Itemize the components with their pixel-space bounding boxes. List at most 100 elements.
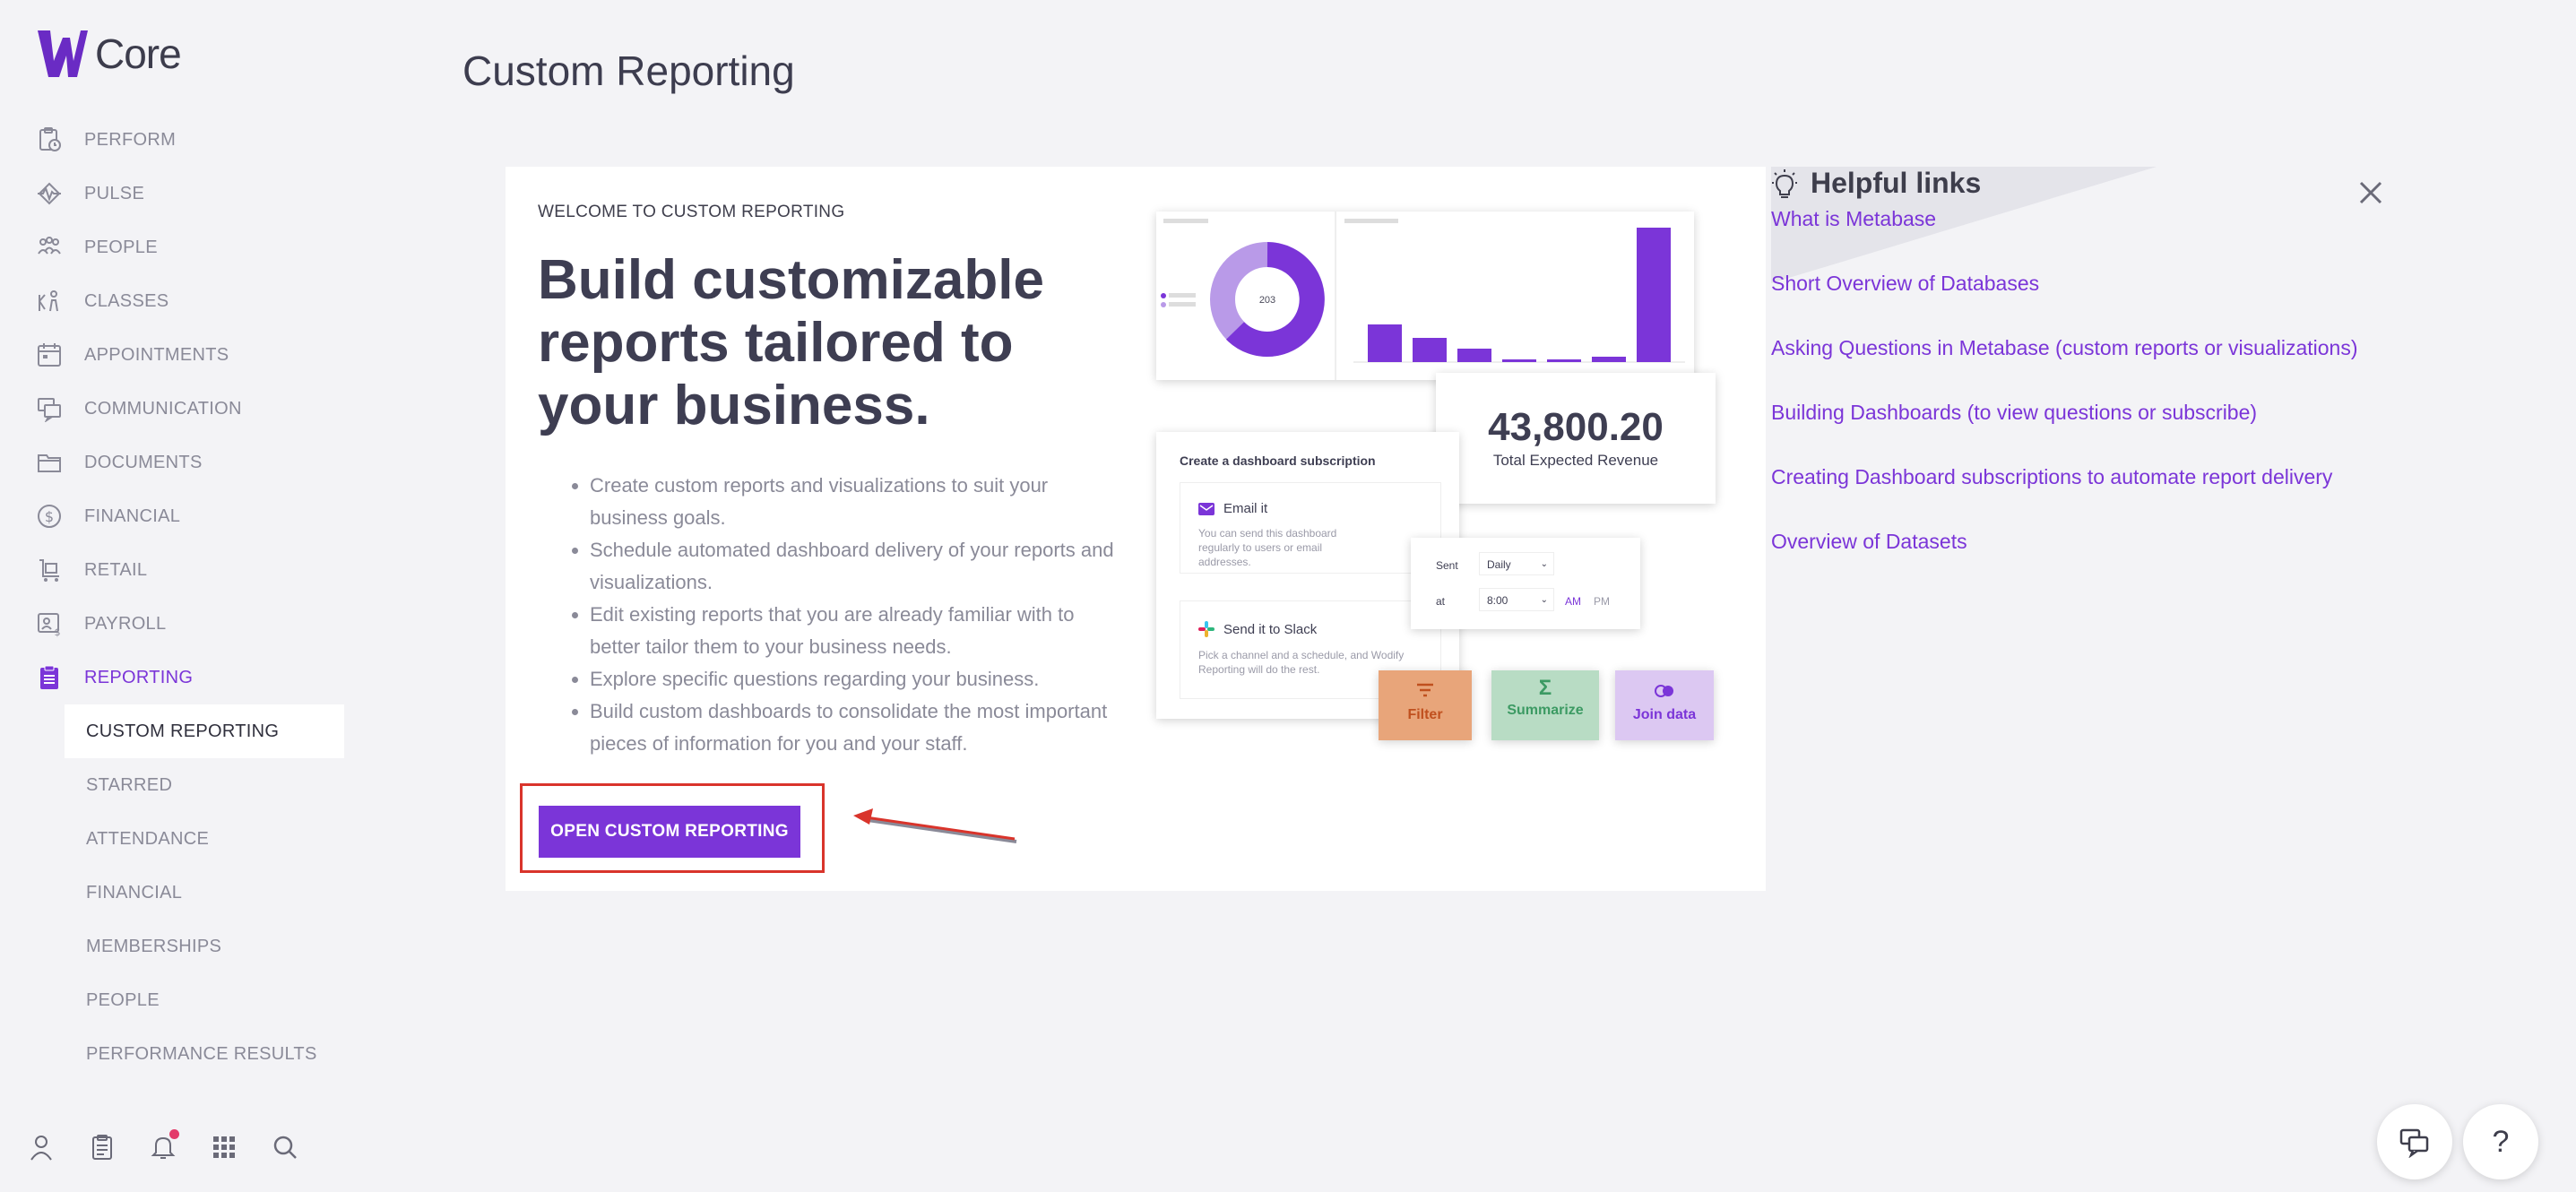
bar-chart-bars xyxy=(1368,228,1671,362)
join-data-label: Join data xyxy=(1632,707,1697,722)
pulse-icon xyxy=(34,178,65,209)
helpful-link-what-is-metabase[interactable]: What is Metabase xyxy=(1771,207,2399,272)
summarize-label: Summarize xyxy=(1507,703,1584,718)
sidebar-item-retail[interactable]: RETAIL xyxy=(0,543,359,597)
tasks-button[interactable] xyxy=(84,1129,120,1165)
chat-icon xyxy=(34,393,65,424)
sidebar-item-documents[interactable]: DOCUMENTS xyxy=(0,436,359,489)
payroll-icon: $ xyxy=(34,609,65,639)
time-select[interactable]: 8:00 ⌄ xyxy=(1479,588,1554,611)
sidebar-nav: PERFORM PULSE PEOPLE CLASSES APPOINTMENT… xyxy=(0,113,359,1081)
sidebar-subitem-starred[interactable]: STARRED xyxy=(0,758,359,812)
helpful-link-dashboard-subscriptions[interactable]: Creating Dashboard subscriptions to auto… xyxy=(1771,465,2399,530)
charts-preview-panel: 203 xyxy=(1156,212,1694,380)
time-select-value: 8:00 xyxy=(1487,594,1508,607)
sidebar-item-label: PAYROLL xyxy=(84,613,167,634)
clipboard-clock-icon xyxy=(34,125,65,155)
help-button[interactable]: ? xyxy=(2463,1104,2538,1179)
sidebar-subitem-attendance[interactable]: ATTENDANCE xyxy=(0,812,359,866)
notifications-button[interactable] xyxy=(145,1129,181,1165)
sidebar-item-pulse[interactable]: PULSE xyxy=(0,167,359,220)
sigma-icon: Σ xyxy=(1538,676,1552,700)
am-toggle[interactable]: AM xyxy=(1565,595,1581,608)
email-icon xyxy=(1198,502,1215,515)
notification-badge xyxy=(169,1129,179,1139)
at-label: at xyxy=(1436,595,1446,608)
illustration-bar xyxy=(1457,349,1491,362)
brand-name: Core xyxy=(95,30,182,77)
illustration-bar xyxy=(1637,228,1671,362)
sidebar-subitem-label: PERFORMANCE RESULTS xyxy=(86,1043,317,1064)
sidebar-item-label: COMMUNICATION xyxy=(84,398,242,419)
sidebar-item-label: REPORTING xyxy=(84,667,194,687)
chat-bubbles-icon xyxy=(2399,1128,2429,1158)
helpful-links-header: Helpful links xyxy=(1771,167,2399,200)
illustration-bar xyxy=(1502,359,1536,362)
email-option-text: You can send this dashboard regularly to… xyxy=(1198,527,1337,568)
sidebar-item-classes[interactable]: CLASSES xyxy=(0,274,359,328)
subscription-title: Create a dashboard subscription xyxy=(1180,453,1376,468)
sidebar-subitem-performance-results[interactable]: PERFORMANCE RESULTS xyxy=(0,1027,359,1081)
helpful-links-panel: Helpful links What is Metabase Short Ove… xyxy=(1771,167,2399,594)
sent-select[interactable]: Daily ⌄ xyxy=(1479,552,1554,575)
welcome-eyebrow: WELCOME TO CUSTOM REPORTING xyxy=(538,203,845,221)
cart-icon xyxy=(34,555,65,585)
open-custom-reporting-button[interactable]: OPEN CUSTOM REPORTING xyxy=(539,806,800,858)
helpful-links-title: Helpful links xyxy=(1811,167,1982,199)
sent-label: Sent xyxy=(1436,559,1458,572)
sidebar-item-label: DOCUMENTS xyxy=(84,452,203,472)
helpful-link-databases-overview[interactable]: Short Overview of Databases xyxy=(1771,272,2399,336)
search-button[interactable] xyxy=(267,1129,303,1165)
helpful-link-building-dashboards[interactable]: Building Dashboards (to view questions o… xyxy=(1771,401,2399,465)
dollar-icon: $ xyxy=(34,501,65,531)
feature-list-item: Schedule automated dashboard delivery of… xyxy=(590,534,1128,599)
apps-button[interactable] xyxy=(206,1129,242,1165)
sidebar-item-appointments[interactable]: APPOINTMENTS xyxy=(0,328,359,382)
summarize-tile[interactable]: Σ Summarize xyxy=(1491,670,1599,740)
sidebar-item-label: CLASSES xyxy=(84,290,169,311)
illustration-bar xyxy=(1368,324,1402,362)
sidebar-subitem-label: CUSTOM REPORTING xyxy=(86,721,280,741)
sidebar-item-financial[interactable]: $ FINANCIAL xyxy=(0,489,359,543)
help-icon: ? xyxy=(2492,1124,2510,1159)
sent-select-value: Daily xyxy=(1487,558,1511,571)
folder-icon xyxy=(34,447,65,478)
sidebar-item-communication[interactable]: COMMUNICATION xyxy=(0,382,359,436)
sidebar-item-people[interactable]: PEOPLE xyxy=(0,220,359,274)
pm-toggle[interactable]: PM xyxy=(1594,595,1610,608)
email-option[interactable]: Email it You can send this dashboard reg… xyxy=(1180,482,1441,574)
illustration-bar xyxy=(1592,357,1626,362)
logo[interactable]: Core xyxy=(34,25,182,82)
close-icon[interactable] xyxy=(2356,177,2386,208)
report-icon xyxy=(34,662,65,693)
sidebar: Core PERFORM PULSE PEOPLE CLASSES APPOIN… xyxy=(0,0,359,1192)
sidebar-subitem-custom-reporting[interactable]: CUSTOM REPORTING xyxy=(65,704,344,758)
charts-preview-svg: 203 xyxy=(1161,212,1685,380)
sidebar-subitem-memberships[interactable]: MEMBERSHIPS xyxy=(0,920,359,973)
chat-support-button[interactable] xyxy=(2377,1104,2452,1179)
sidebar-item-label: PULSE xyxy=(84,183,145,203)
filter-tile[interactable]: Filter xyxy=(1379,670,1472,740)
sidebar-item-perform[interactable]: PERFORM xyxy=(0,113,359,167)
chevron-down-icon: ⌄ xyxy=(1540,559,1548,569)
revenue-panel: 43,800.20 Total Expected Revenue xyxy=(1436,373,1716,504)
donut-total: 203 xyxy=(1259,295,1275,306)
search-icon xyxy=(273,1136,297,1159)
sidebar-subitem-label: FINANCIAL xyxy=(86,882,183,903)
grid-icon xyxy=(213,1136,235,1158)
feature-list-item: Create custom reports and visualizations… xyxy=(590,470,1128,534)
sidebar-subitem-people[interactable]: PEOPLE xyxy=(0,973,359,1027)
people-icon xyxy=(34,232,65,263)
clipboard-icon xyxy=(92,1135,112,1160)
sidebar-subitem-financial[interactable]: FINANCIAL xyxy=(0,866,359,920)
profile-button[interactable] xyxy=(23,1129,59,1165)
calendar-icon xyxy=(34,340,65,370)
helpful-link-asking-questions[interactable]: Asking Questions in Metabase (custom rep… xyxy=(1771,336,2399,401)
helpful-link-datasets-overview[interactable]: Overview of Datasets xyxy=(1771,530,2399,594)
classes-icon xyxy=(34,286,65,316)
sidebar-bottom-bar xyxy=(23,1129,303,1165)
lightbulb-icon xyxy=(1772,168,1797,198)
join-data-tile[interactable]: Join data xyxy=(1615,670,1714,740)
sidebar-item-payroll[interactable]: $ PAYROLL xyxy=(0,597,359,651)
sidebar-item-reporting[interactable]: REPORTING xyxy=(0,651,359,704)
